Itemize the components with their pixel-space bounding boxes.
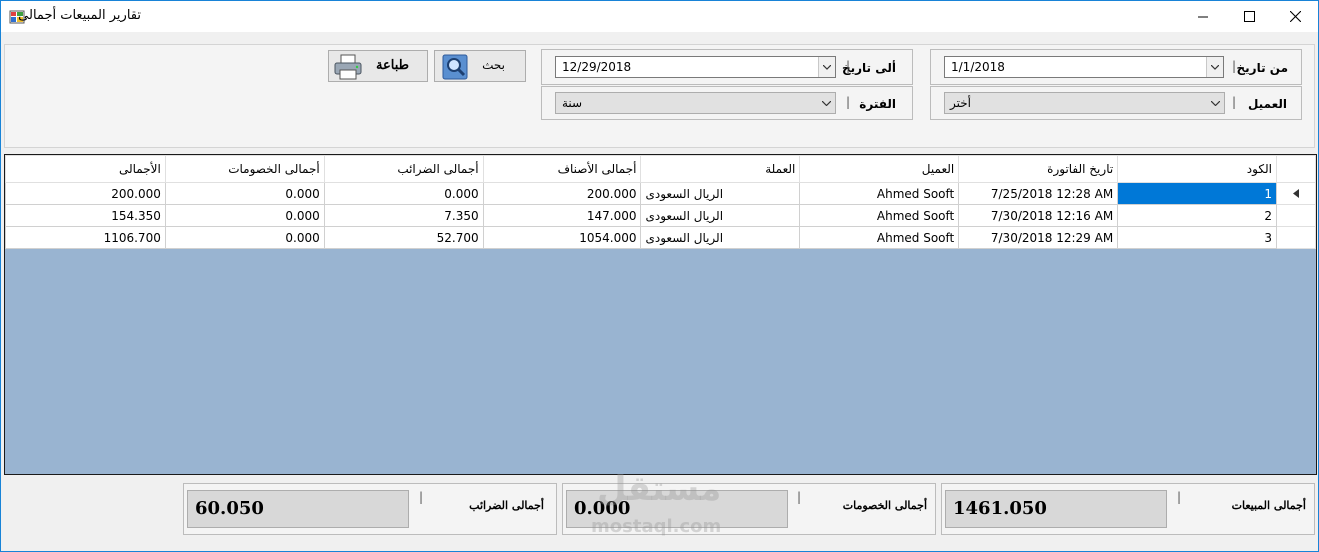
code-cell[interactable]: 1 bbox=[1117, 182, 1277, 205]
total-cell[interactable]: 200.000 bbox=[5, 182, 166, 205]
customer-group: العميل | أختر bbox=[930, 86, 1302, 120]
customer-cell[interactable]: Ahmed Sooft bbox=[799, 182, 960, 205]
dropdown-arrow-icon[interactable] bbox=[818, 93, 835, 113]
totals-panel: أجمالى المبيعات | 1461.050 أجمالى الخصوم… bbox=[4, 478, 1317, 550]
discounts-cell[interactable]: 0.000 bbox=[164, 226, 325, 249]
items-total-cell[interactable]: 147.000 bbox=[482, 204, 642, 227]
discounts-total-group: أجمالى الخصومات | 0.000 bbox=[562, 483, 936, 535]
discounts-cell[interactable]: 0.000 bbox=[164, 204, 325, 227]
to-date-group: ألى تاريخ | 12/29/2018 bbox=[541, 49, 913, 85]
table-row[interactable]: 154.350 0.000 7.350 147.000 الريال السعو… bbox=[5, 204, 1316, 227]
search-button-label: بحث bbox=[482, 58, 505, 72]
discounts-total-value: 0.000 bbox=[574, 498, 631, 519]
column-header[interactable]: العميل bbox=[799, 155, 960, 183]
row-header[interactable] bbox=[1275, 226, 1316, 249]
period-group: الفترة | سنة bbox=[541, 86, 913, 120]
from-date-value: 1/1/2018 bbox=[951, 60, 1005, 74]
print-button-label: طباعة bbox=[376, 58, 409, 73]
dropdown-arrow-icon[interactable] bbox=[1206, 57, 1223, 77]
items-total-cell[interactable]: 1054.000 bbox=[482, 226, 642, 249]
discounts-cell[interactable]: 0.000 bbox=[164, 182, 325, 205]
currency-cell[interactable]: الريال السعودى bbox=[640, 182, 801, 205]
minimize-icon bbox=[1198, 16, 1208, 17]
period-select[interactable]: سنة bbox=[555, 92, 836, 114]
print-button[interactable]: طباعة bbox=[328, 50, 428, 82]
to-date-picker[interactable]: 12/29/2018 bbox=[555, 56, 836, 78]
report-window: تقارير المبيعات أجمالى من تاريخ | 1/1/20… bbox=[0, 0, 1319, 552]
maximize-button[interactable] bbox=[1226, 1, 1272, 32]
discounts-total-field: 0.000 bbox=[566, 490, 788, 528]
invoice-date-cell[interactable]: 7/25/2018 12:28 AM bbox=[958, 182, 1119, 205]
separator: | bbox=[846, 59, 851, 73]
sales-table: الأجمالى أجمالى الخصومات أجمالى الضرائب … bbox=[5, 155, 1316, 249]
from-date-group: من تاريخ | 1/1/2018 bbox=[930, 49, 1302, 85]
close-button[interactable] bbox=[1272, 1, 1318, 32]
total-cell[interactable]: 154.350 bbox=[5, 204, 166, 227]
table-row[interactable]: 1106.700 0.000 52.700 1054.000 الريال ال… bbox=[5, 226, 1316, 249]
taxes-cell[interactable]: 52.700 bbox=[323, 226, 484, 249]
table-row[interactable]: 200.000 0.000 0.000 200.000 الريال السعو… bbox=[5, 182, 1316, 205]
customer-value: أختر bbox=[950, 96, 971, 110]
period-label: الفترة bbox=[859, 97, 896, 111]
sales-total-field: 1461.050 bbox=[945, 490, 1167, 528]
maximize-icon bbox=[1243, 11, 1255, 22]
to-date-value: 12/29/2018 bbox=[562, 60, 632, 74]
row-header-corner bbox=[1275, 155, 1316, 183]
taxes-cell[interactable]: 7.350 bbox=[323, 204, 484, 227]
taxes-cell[interactable]: 0.000 bbox=[323, 182, 484, 205]
separator: | bbox=[846, 95, 851, 109]
sales-total-value: 1461.050 bbox=[953, 498, 1047, 519]
title-bar: تقارير المبيعات أجمالى bbox=[1, 1, 1318, 32]
separator: | bbox=[1177, 490, 1182, 504]
minimize-button[interactable] bbox=[1180, 1, 1226, 32]
column-header[interactable]: الكود bbox=[1117, 155, 1277, 183]
to-date-label: ألى تاريخ bbox=[841, 61, 896, 75]
discounts-total-label: أجمالى الخصومات bbox=[842, 499, 927, 512]
separator: | bbox=[797, 490, 802, 504]
dropdown-arrow-icon[interactable] bbox=[1207, 93, 1224, 113]
row-header[interactable] bbox=[1275, 204, 1316, 227]
total-cell[interactable]: 1106.700 bbox=[5, 226, 166, 249]
separator: | bbox=[419, 490, 424, 504]
close-icon bbox=[1289, 11, 1301, 22]
sales-total-label: أجمالى المبيعات bbox=[1231, 499, 1306, 512]
code-cell[interactable]: 2 bbox=[1117, 204, 1277, 227]
sales-total-group: أجمالى المبيعات | 1461.050 bbox=[941, 483, 1315, 535]
search-icon bbox=[442, 54, 468, 80]
from-date-picker[interactable]: 1/1/2018 bbox=[944, 56, 1224, 78]
taxes-total-value: 60.050 bbox=[195, 498, 264, 519]
search-button[interactable]: بحث bbox=[434, 50, 526, 82]
column-header[interactable]: أجمالى الضرائب bbox=[323, 155, 484, 183]
column-header[interactable]: تاريخ الفاتورة bbox=[958, 155, 1119, 183]
period-value: سنة bbox=[562, 96, 583, 110]
items-total-cell[interactable]: 200.000 bbox=[482, 182, 642, 205]
separator: | bbox=[1232, 59, 1237, 73]
dropdown-arrow-icon[interactable] bbox=[818, 57, 835, 77]
window-title: تقارير المبيعات أجمالى bbox=[18, 8, 141, 23]
invoice-date-cell[interactable]: 7/30/2018 12:29 AM bbox=[958, 226, 1119, 249]
printer-icon bbox=[334, 54, 362, 80]
separator: | bbox=[1232, 95, 1237, 109]
currency-cell[interactable]: الريال السعودى bbox=[640, 226, 801, 249]
invoice-date-cell[interactable]: 7/30/2018 12:16 AM bbox=[958, 204, 1119, 227]
customer-cell[interactable]: Ahmed Sooft bbox=[799, 226, 960, 249]
customer-cell[interactable]: Ahmed Sooft bbox=[799, 204, 960, 227]
sales-grid[interactable]: الأجمالى أجمالى الخصومات أجمالى الضرائب … bbox=[4, 154, 1317, 475]
code-cell[interactable]: 3 bbox=[1117, 226, 1277, 249]
column-header[interactable]: أجمالى الخصومات bbox=[164, 155, 325, 183]
row-pointer-icon bbox=[1292, 188, 1299, 198]
taxes-total-group: أجمالى الضرائب | 60.050 bbox=[183, 483, 557, 535]
table-header-row: الأجمالى أجمالى الخصومات أجمالى الضرائب … bbox=[5, 155, 1316, 183]
row-header[interactable] bbox=[1275, 182, 1316, 205]
from-date-label: من تاريخ bbox=[1236, 61, 1288, 75]
taxes-total-field: 60.050 bbox=[187, 490, 409, 528]
column-header[interactable]: العملة bbox=[640, 155, 801, 183]
customer-label: العميل bbox=[1247, 97, 1287, 111]
column-header[interactable]: أجمالى الأصناف bbox=[482, 155, 642, 183]
customer-select[interactable]: أختر bbox=[944, 92, 1225, 114]
taxes-total-label: أجمالى الضرائب bbox=[469, 499, 544, 512]
filter-panel: من تاريخ | 1/1/2018 ألى تاريخ | 12/29/20… bbox=[4, 44, 1315, 148]
currency-cell[interactable]: الريال السعودى bbox=[640, 204, 801, 227]
column-header[interactable]: الأجمالى bbox=[5, 155, 166, 183]
